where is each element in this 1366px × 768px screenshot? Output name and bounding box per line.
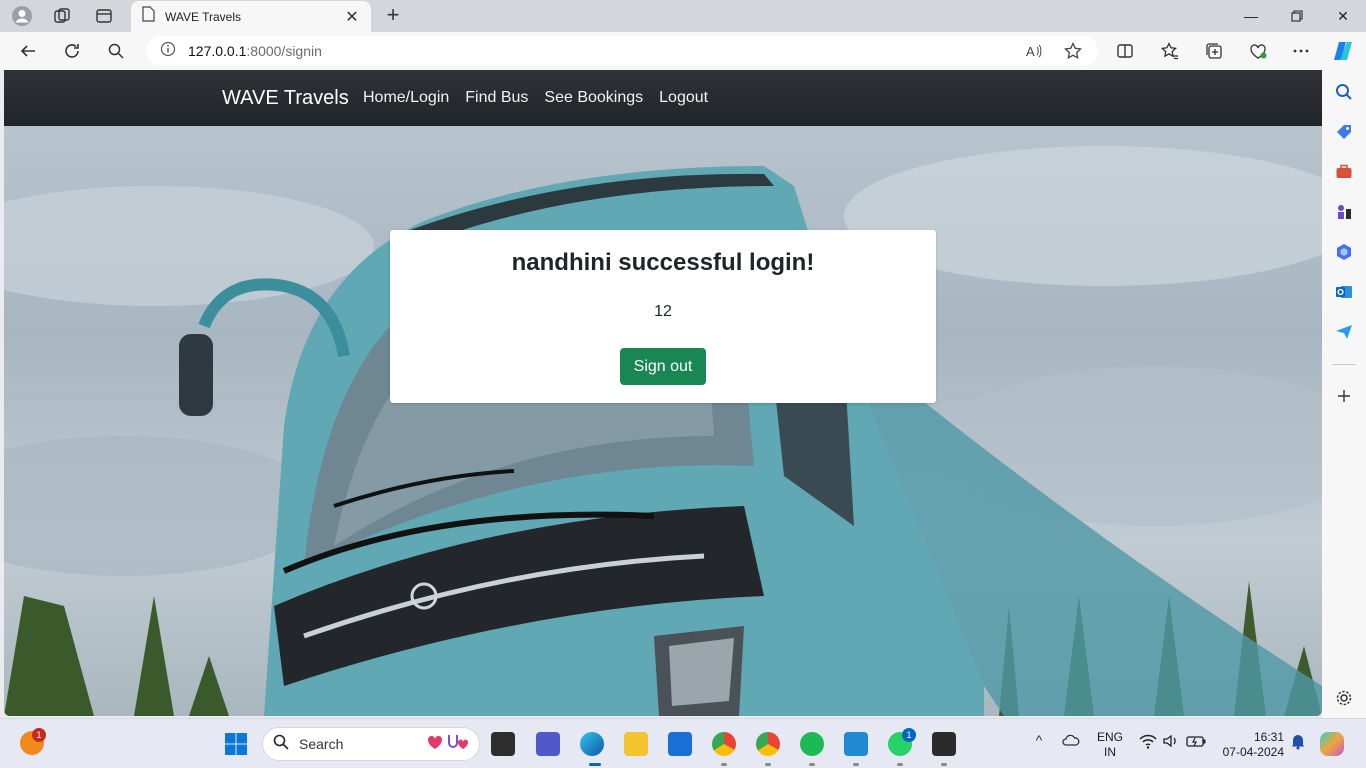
battery-icon[interactable] bbox=[1186, 732, 1206, 756]
vscode-icon[interactable] bbox=[844, 732, 868, 756]
language-indicator[interactable]: ENG IN bbox=[1094, 730, 1126, 760]
clock-date: 07-04-2024 bbox=[1222, 745, 1284, 759]
sidebar-divider bbox=[1332, 364, 1356, 365]
terminal-indicator bbox=[941, 763, 947, 766]
browser-essentials-icon[interactable] bbox=[1246, 39, 1270, 63]
windows-start-icon[interactable] bbox=[224, 732, 248, 756]
edge-sidebar bbox=[1322, 70, 1366, 718]
spotify-icon[interactable] bbox=[800, 732, 824, 756]
microsoft-store-icon[interactable] bbox=[668, 732, 692, 756]
chrome-1-indicator bbox=[721, 763, 727, 766]
sign-out-button[interactable]: Sign out bbox=[620, 348, 706, 385]
favorites-icon[interactable] bbox=[1158, 39, 1182, 63]
teams-icon[interactable] bbox=[536, 732, 560, 756]
page-viewport: WAVE Travels Home/Login Find Bus See Boo… bbox=[4, 70, 1322, 716]
login-message-heading: nandhini successful login! bbox=[511, 249, 815, 276]
edge-active-indicator bbox=[589, 763, 601, 766]
tools-briefcase-icon[interactable] bbox=[1332, 160, 1356, 184]
close-window-button[interactable]: ✕ bbox=[1320, 0, 1366, 32]
minimize-button[interactable]: — bbox=[1228, 0, 1274, 32]
bus-illustration bbox=[4, 146, 1322, 716]
clock[interactable]: 16:31 07-04-2024 bbox=[1218, 730, 1284, 760]
brand-link[interactable]: WAVE Travels bbox=[222, 87, 349, 110]
new-tab-button[interactable]: + bbox=[381, 4, 405, 28]
chevron-up-icon[interactable]: ^ bbox=[1030, 732, 1048, 756]
whatsapp-badge: 1 bbox=[902, 728, 916, 742]
page-icon bbox=[141, 6, 155, 27]
file-explorer-icon[interactable] bbox=[624, 732, 648, 756]
favorite-star-icon[interactable] bbox=[1061, 39, 1085, 63]
wifi-icon[interactable] bbox=[1138, 732, 1158, 756]
terminal-icon[interactable] bbox=[932, 732, 956, 756]
read-aloud-icon[interactable]: A bbox=[1022, 39, 1046, 63]
copilot-taskbar-icon[interactable] bbox=[1320, 732, 1344, 756]
refresh-icon[interactable] bbox=[60, 39, 84, 63]
split-screen-icon[interactable] bbox=[1113, 39, 1137, 63]
workspaces-icon[interactable] bbox=[50, 4, 74, 28]
browser-tab-bar: WAVE Travels ✕ + — ✕ bbox=[0, 0, 1366, 32]
address-bar[interactable]: 127.0.0.1:8000/signin bbox=[146, 36, 1098, 66]
search-magnifier-icon bbox=[273, 734, 289, 755]
chrome-profile-2-icon[interactable] bbox=[756, 732, 780, 756]
nav-see-bookings[interactable]: See Bookings bbox=[544, 89, 643, 107]
chrome-2-indicator bbox=[765, 763, 771, 766]
search-placeholder: Search bbox=[299, 736, 344, 752]
url-text: 127.0.0.1:8000/signin bbox=[188, 43, 322, 59]
back-arrow-icon[interactable] bbox=[16, 39, 40, 63]
nav-find-bus[interactable]: Find Bus bbox=[465, 89, 528, 107]
nav-home-login[interactable]: Home/Login bbox=[363, 89, 449, 107]
site-navbar: WAVE Travels Home/Login Find Bus See Boo… bbox=[4, 70, 1322, 126]
nav-links: Home/Login Find Bus See Bookings Logout bbox=[363, 89, 724, 107]
search-icon[interactable] bbox=[104, 39, 128, 63]
chrome-profile-1-icon[interactable] bbox=[712, 732, 736, 756]
clock-time: 16:31 bbox=[1253, 730, 1284, 744]
sidebar-settings-gear-icon[interactable] bbox=[1332, 686, 1356, 710]
restore-button[interactable] bbox=[1274, 0, 1320, 32]
windows-taskbar: 1 Search 1 ^ ENG IN 16:31 07-04-2024 bbox=[0, 718, 1366, 768]
search-highlight-hearts-icon bbox=[427, 731, 471, 758]
send-paper-plane-icon[interactable] bbox=[1332, 320, 1356, 344]
shopping-tag-icon[interactable] bbox=[1332, 120, 1356, 144]
hero-bus-background: nandhini successful login! 12 Sign out bbox=[4, 126, 1322, 716]
onedrive-sync-icon[interactable] bbox=[1062, 732, 1080, 756]
games-chess-icon[interactable] bbox=[1332, 200, 1356, 224]
close-tab-icon[interactable]: ✕ bbox=[343, 7, 361, 27]
sidebar-search-icon[interactable] bbox=[1332, 80, 1356, 104]
task-view-icon[interactable] bbox=[491, 732, 515, 756]
taskbar-search[interactable]: Search bbox=[262, 727, 480, 761]
user-id-value: 12 bbox=[654, 303, 672, 320]
widget-badge: 1 bbox=[32, 728, 46, 742]
login-success-card: nandhini successful login! 12 Sign out bbox=[390, 230, 936, 403]
profile-icon[interactable] bbox=[10, 4, 34, 28]
browser-toolbar: 127.0.0.1:8000/signin A bbox=[0, 32, 1366, 70]
tab-title: WAVE Travels bbox=[165, 9, 242, 24]
volume-icon[interactable] bbox=[1162, 732, 1180, 756]
tab-active[interactable]: WAVE Travels ✕ bbox=[131, 1, 371, 32]
site-info-icon[interactable] bbox=[160, 41, 176, 62]
copilot-icon[interactable] bbox=[1331, 39, 1355, 63]
vscode-indicator bbox=[853, 763, 859, 766]
spotify-indicator bbox=[809, 763, 815, 766]
microsoft365-icon[interactable] bbox=[1332, 240, 1356, 264]
whatsapp-indicator bbox=[897, 763, 903, 766]
outlook-icon[interactable] bbox=[1332, 280, 1356, 304]
edge-browser-icon[interactable] bbox=[580, 732, 604, 756]
svg-text:A: A bbox=[1026, 44, 1035, 59]
notification-bell-icon[interactable] bbox=[1289, 732, 1307, 756]
tab-actions-icon[interactable] bbox=[92, 4, 116, 28]
more-options-icon[interactable] bbox=[1289, 39, 1313, 63]
add-sidebar-item-icon[interactable] bbox=[1332, 384, 1356, 408]
collections-icon[interactable] bbox=[1202, 39, 1226, 63]
nav-logout[interactable]: Logout bbox=[659, 89, 708, 107]
